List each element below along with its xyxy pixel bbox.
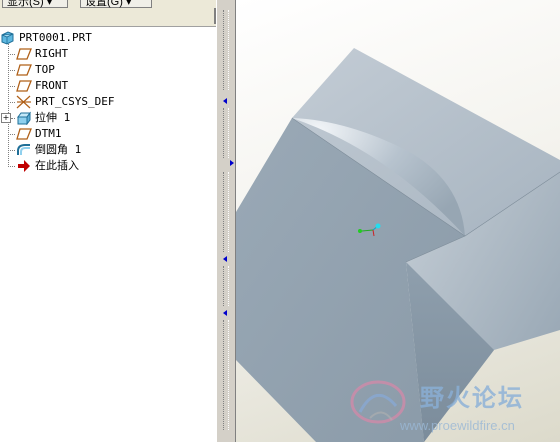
tree-item-root-part[interactable]: PRT0001.PRT: [0, 30, 92, 46]
splitter-grip: [223, 172, 229, 252]
datum-plane-icon: [16, 127, 32, 141]
tree-item-label: PRT_CSYS_DEF: [35, 95, 115, 108]
tree-connector: [8, 70, 15, 71]
panel-splitter[interactable]: [216, 0, 236, 442]
tree-item-label: 拉伸 1: [35, 111, 71, 124]
tree-connector: [8, 54, 15, 55]
coordinate-system-icon: [16, 95, 32, 109]
collapse-left-arrow-icon[interactable]: [223, 256, 227, 262]
watermark-title: 野火论坛: [420, 384, 524, 412]
tree-item-csys[interactable]: PRT_CSYS_DEF: [16, 94, 114, 110]
tree-item-front-plane[interactable]: FRONT: [16, 78, 68, 94]
model-tree-toolbar: 显示(S) ▾ 设置(G) ▾: [0, 0, 216, 27]
tree-item-label: TOP: [35, 63, 55, 76]
part-icon: [0, 31, 16, 45]
tree-connector: [8, 86, 15, 87]
expand-right-arrow-icon[interactable]: [230, 160, 234, 166]
tree-item-dtm1-plane[interactable]: DTM1: [16, 126, 62, 142]
watermark-url: www.proewildfire.cn: [400, 418, 515, 433]
collapse-left-arrow-icon[interactable]: [223, 98, 227, 104]
tree-item-label: DTM1: [35, 127, 62, 140]
tree-item-top-plane[interactable]: TOP: [16, 62, 55, 78]
csys-y-point: [375, 223, 381, 229]
extrude-icon: [16, 111, 32, 126]
tree-item-right-plane[interactable]: RIGHT: [16, 46, 68, 62]
collapse-left-arrow-icon[interactable]: [223, 310, 227, 316]
splitter-grip: [223, 108, 229, 158]
tree-item-round[interactable]: 倒圆角 1: [16, 142, 81, 158]
csys-x-point: [358, 229, 362, 233]
datum-plane-icon: [16, 47, 32, 61]
splitter-grip: [223, 320, 229, 430]
tree-item-label: RIGHT: [35, 47, 69, 60]
tree-item-label: 在此插入: [35, 159, 79, 172]
show-menu-button[interactable]: 显示(S) ▾: [2, 0, 68, 8]
datum-plane-icon: [16, 79, 32, 93]
splitter-grip: [223, 266, 229, 306]
model-tree-panel: 显示(S) ▾ 设置(G) ▾ PRT0001.PRT RIGHT TOP FR…: [0, 0, 217, 442]
expand-toggle[interactable]: +: [1, 113, 11, 123]
tree-connector: [11, 118, 15, 119]
settings-menu-button[interactable]: 设置(G) ▾: [80, 0, 152, 8]
insert-here-arrow-icon: [16, 159, 32, 173]
tree-connector: [8, 166, 15, 167]
tree-connector: [8, 102, 15, 103]
round-icon: [16, 143, 32, 157]
tree-item-label: 倒圆角 1: [35, 143, 82, 156]
splitter-grip: [223, 10, 229, 90]
tree-item-label: FRONT: [35, 79, 69, 92]
datum-plane-icon: [16, 63, 32, 77]
tree-connector: [8, 134, 15, 135]
tree-item-extrude[interactable]: 拉伸 1: [16, 110, 70, 126]
tree-item-label: PRT0001.PRT: [19, 31, 92, 44]
tree-item-insert-here[interactable]: 在此插入: [16, 158, 79, 174]
tree-connector: [8, 150, 15, 151]
